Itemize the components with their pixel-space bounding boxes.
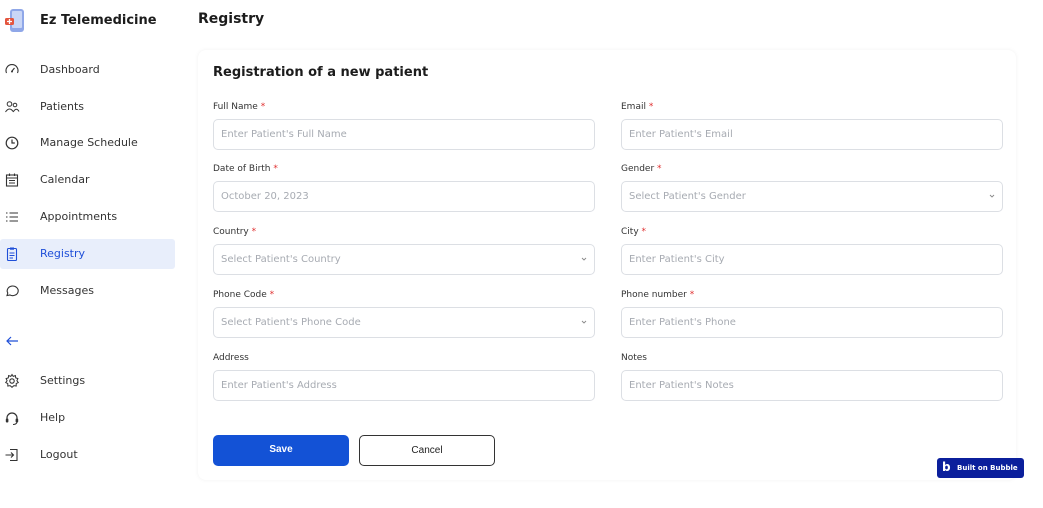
email-placeholder: Enter Patient's Email — [629, 129, 733, 140]
cancel-button[interactable]: Cancel — [359, 435, 495, 466]
city-label: City * — [621, 227, 647, 237]
list-icon — [6, 212, 18, 222]
sidebar-item-registry[interactable]: Registry — [0, 239, 175, 269]
city-input[interactable]: Enter Patient's City — [621, 244, 1003, 275]
city-placeholder: Enter Patient's City — [629, 254, 725, 265]
bubble-logo-icon: b — [942, 460, 951, 474]
phone-code-placeholder: Select Patient's Phone Code — [221, 317, 361, 328]
sidebar-item-label: Help — [40, 411, 66, 424]
page-title: Registry — [198, 11, 265, 27]
built-on-bubble-badge[interactable]: b Built on Bubble — [937, 458, 1024, 478]
patients-icon — [5, 101, 20, 113]
phone-code-select[interactable]: Select Patient's Phone Code — [213, 307, 595, 338]
sidebar-item-label: Settings — [40, 374, 86, 387]
notes-placeholder: Enter Patient's Notes — [629, 380, 734, 391]
calendar-icon — [5, 173, 19, 187]
phone-number-label: Phone number * — [621, 290, 695, 300]
chevron-down-icon — [581, 320, 587, 324]
arrow-left-icon[interactable] — [4, 334, 20, 348]
sidebar-item-label: Registry — [40, 247, 86, 260]
dob-label: Date of Birth * — [213, 164, 278, 174]
address-label: Address — [213, 353, 249, 363]
gear-icon — [4, 373, 20, 388]
gender-placeholder: Select Patient's Gender — [629, 191, 746, 202]
address-input[interactable]: Enter Patient's Address — [213, 370, 595, 401]
sidebar-item-logout[interactable]: Logout — [0, 440, 175, 470]
required-marker: * — [657, 164, 662, 174]
sidebar-item-calendar[interactable]: Calendar — [0, 165, 175, 195]
country-label: Country * — [213, 227, 257, 237]
full-name-placeholder: Enter Patient's Full Name — [221, 129, 347, 140]
sidebar-item-label: Dashboard — [40, 63, 100, 76]
phone-code-label: Phone Code * — [213, 290, 275, 300]
notes-input[interactable]: Enter Patient's Notes — [621, 370, 1003, 401]
sidebar-item-label: Calendar — [40, 173, 90, 186]
sidebar: Ez Telemedicine Dashboard Patients Manag… — [0, 0, 183, 508]
dob-date-picker[interactable]: October 20, 2023 — [213, 181, 595, 212]
chat-icon — [6, 285, 19, 297]
sidebar-item-dashboard[interactable]: Dashboard — [0, 55, 175, 85]
notes-label: Notes — [621, 353, 647, 363]
phone-number-placeholder: Enter Patient's Phone — [629, 317, 736, 328]
sidebar-item-label: Patients — [40, 100, 85, 113]
sidebar-item-settings[interactable]: Settings — [0, 366, 175, 396]
clipboard-icon — [6, 247, 18, 262]
required-marker: * — [260, 102, 266, 112]
headset-icon — [5, 412, 19, 425]
dob-value: October 20, 2023 — [221, 191, 309, 202]
required-marker: * — [648, 102, 654, 112]
chevron-down-icon — [989, 194, 995, 198]
clock-icon — [5, 136, 19, 150]
country-placeholder: Select Patient's Country — [221, 254, 341, 265]
sidebar-item-messages[interactable]: Messages — [0, 276, 175, 306]
required-marker: * — [269, 290, 275, 300]
save-button[interactable]: Save — [213, 435, 349, 466]
email-input[interactable]: Enter Patient's Email — [621, 119, 1003, 150]
address-placeholder: Enter Patient's Address — [221, 380, 337, 391]
dashboard-icon — [5, 64, 19, 74]
sidebar-item-label: Logout — [40, 448, 78, 461]
sidebar-item-label: Messages — [40, 284, 94, 297]
gender-select[interactable]: Select Patient's Gender — [621, 181, 1003, 212]
email-label: Email * — [621, 102, 654, 112]
required-marker: * — [689, 290, 695, 300]
sidebar-item-label: Manage Schedule — [40, 136, 138, 149]
required-marker: * — [641, 227, 647, 237]
full-name-label: Full Name * — [213, 102, 266, 112]
form-title: Registration of a new patient — [213, 65, 429, 80]
sidebar-item-label: Appointments — [40, 210, 118, 223]
brand[interactable]: Ez Telemedicine — [0, 8, 183, 34]
sidebar-item-appointments[interactable]: Appointments — [0, 202, 175, 232]
required-marker: * — [273, 164, 278, 174]
phone-number-input[interactable]: Enter Patient's Phone — [621, 307, 1003, 338]
sidebar-item-patients[interactable]: Patients — [0, 92, 175, 122]
app-name: Ez Telemedicine — [40, 13, 157, 28]
badge-text: Built on Bubble — [957, 464, 1018, 472]
registration-form-card: Registration of a new patient Full Name … — [198, 50, 1016, 480]
logout-icon — [5, 448, 18, 462]
required-marker: * — [251, 227, 257, 237]
sidebar-item-help[interactable]: Help — [0, 403, 175, 433]
sidebar-item-manage-schedule[interactable]: Manage Schedule — [0, 128, 175, 158]
app-logo-icon — [5, 9, 24, 32]
full-name-input[interactable]: Enter Patient's Full Name — [213, 119, 595, 150]
gender-label: Gender * — [621, 164, 662, 174]
country-select[interactable]: Select Patient's Country — [213, 244, 595, 275]
chevron-down-icon — [581, 257, 587, 261]
